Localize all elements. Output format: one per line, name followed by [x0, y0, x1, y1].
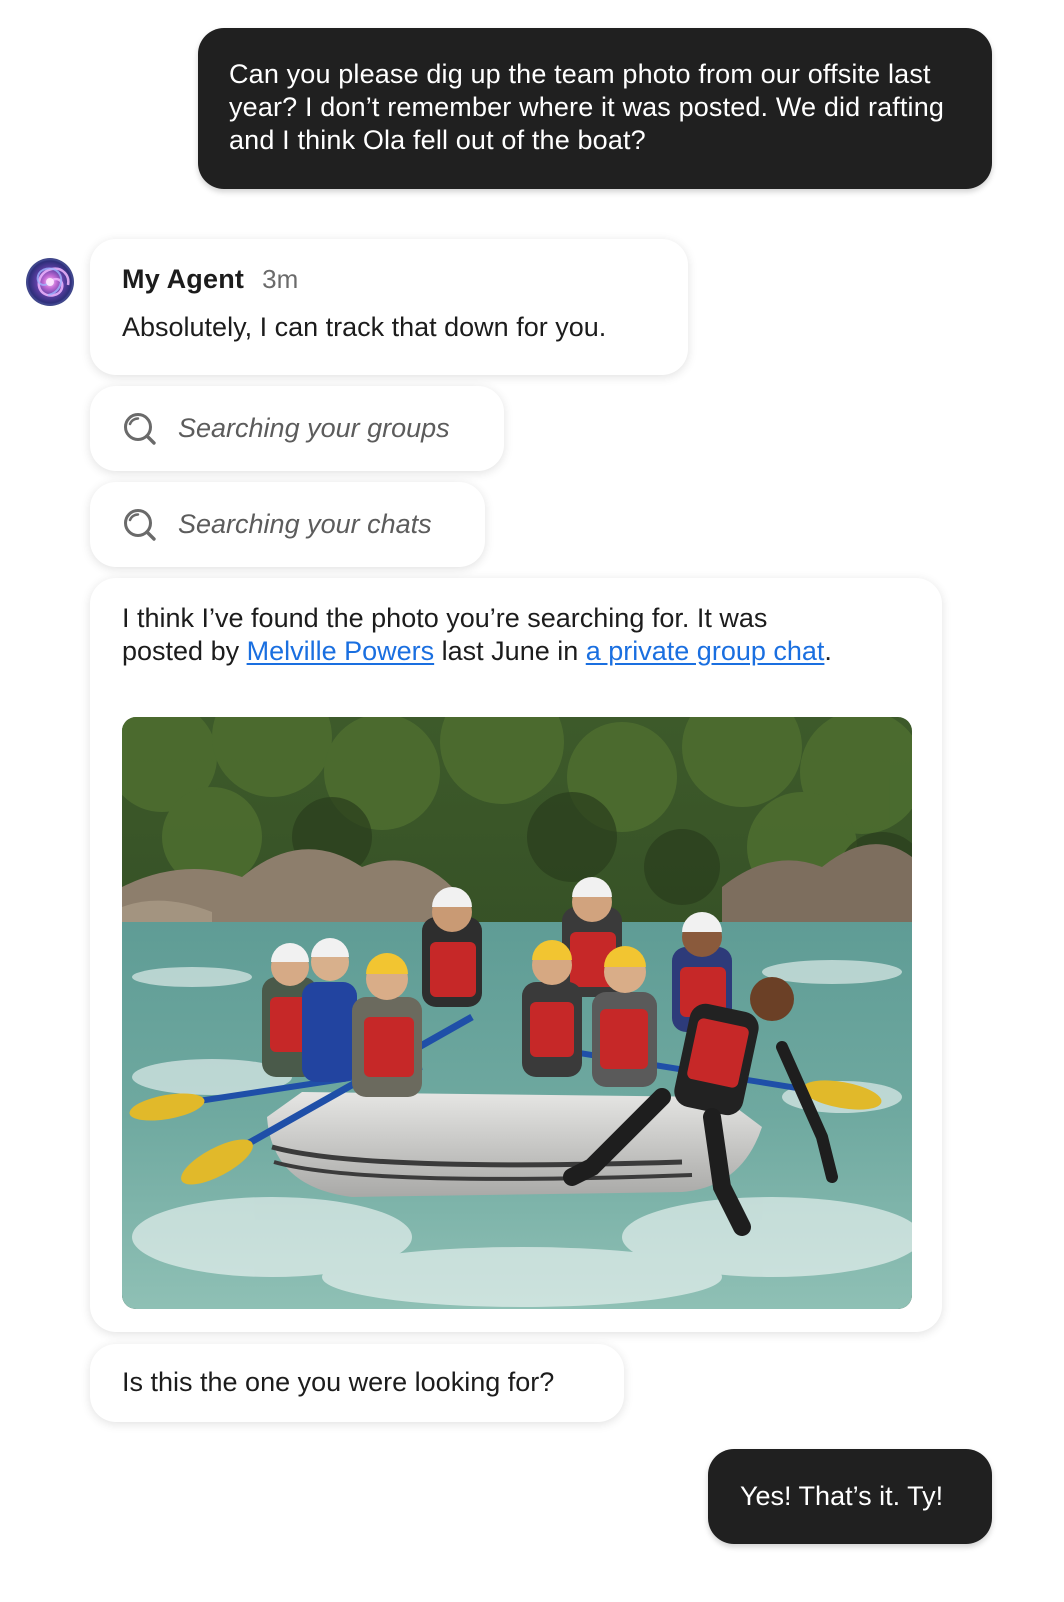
- agent-message-text: Absolutely, I can track that down for yo…: [122, 312, 607, 342]
- agent-message-header: My Agent 3m: [122, 263, 688, 296]
- user-message: Can you please dig up the team photo fro…: [198, 28, 992, 189]
- search-icon: [124, 508, 156, 541]
- status-label: Searching your groups: [178, 413, 450, 443]
- rafting-photo-image: [122, 717, 912, 1309]
- found-text-middle: last June in: [434, 636, 586, 666]
- agent-message: Is this the one you were looking for?: [90, 1344, 624, 1422]
- found-photo-text: I think I’ve found the photo you’re sear…: [122, 602, 842, 668]
- user-message-text: Yes! That’s it. Ty!: [740, 1481, 944, 1511]
- message-timestamp: 3m: [262, 264, 299, 294]
- found-text-after: .: [824, 636, 832, 666]
- search-icon: [124, 412, 156, 445]
- group-chat-link[interactable]: a private group chat: [586, 636, 825, 666]
- agent-message-with-photo: I think I’ve found the photo you’re sear…: [90, 578, 942, 1332]
- rafting-team-photo[interactable]: [122, 717, 912, 1309]
- poster-link[interactable]: Melville Powers: [247, 636, 435, 666]
- agent-avatar[interactable]: [26, 258, 74, 306]
- galaxy-avatar-icon: [36, 267, 70, 297]
- status-searching-chats: Searching your chats: [90, 482, 485, 567]
- status-label: Searching your chats: [178, 509, 432, 539]
- agent-message-text: Is this the one you were looking for?: [122, 1367, 555, 1397]
- user-message-text: Can you please dig up the team photo fro…: [229, 59, 945, 155]
- user-message: Yes! That’s it. Ty!: [708, 1449, 992, 1544]
- status-searching-groups: Searching your groups: [90, 386, 504, 471]
- agent-name[interactable]: My Agent: [122, 263, 244, 296]
- agent-message: My Agent 3m Absolutely, I can track that…: [90, 239, 688, 375]
